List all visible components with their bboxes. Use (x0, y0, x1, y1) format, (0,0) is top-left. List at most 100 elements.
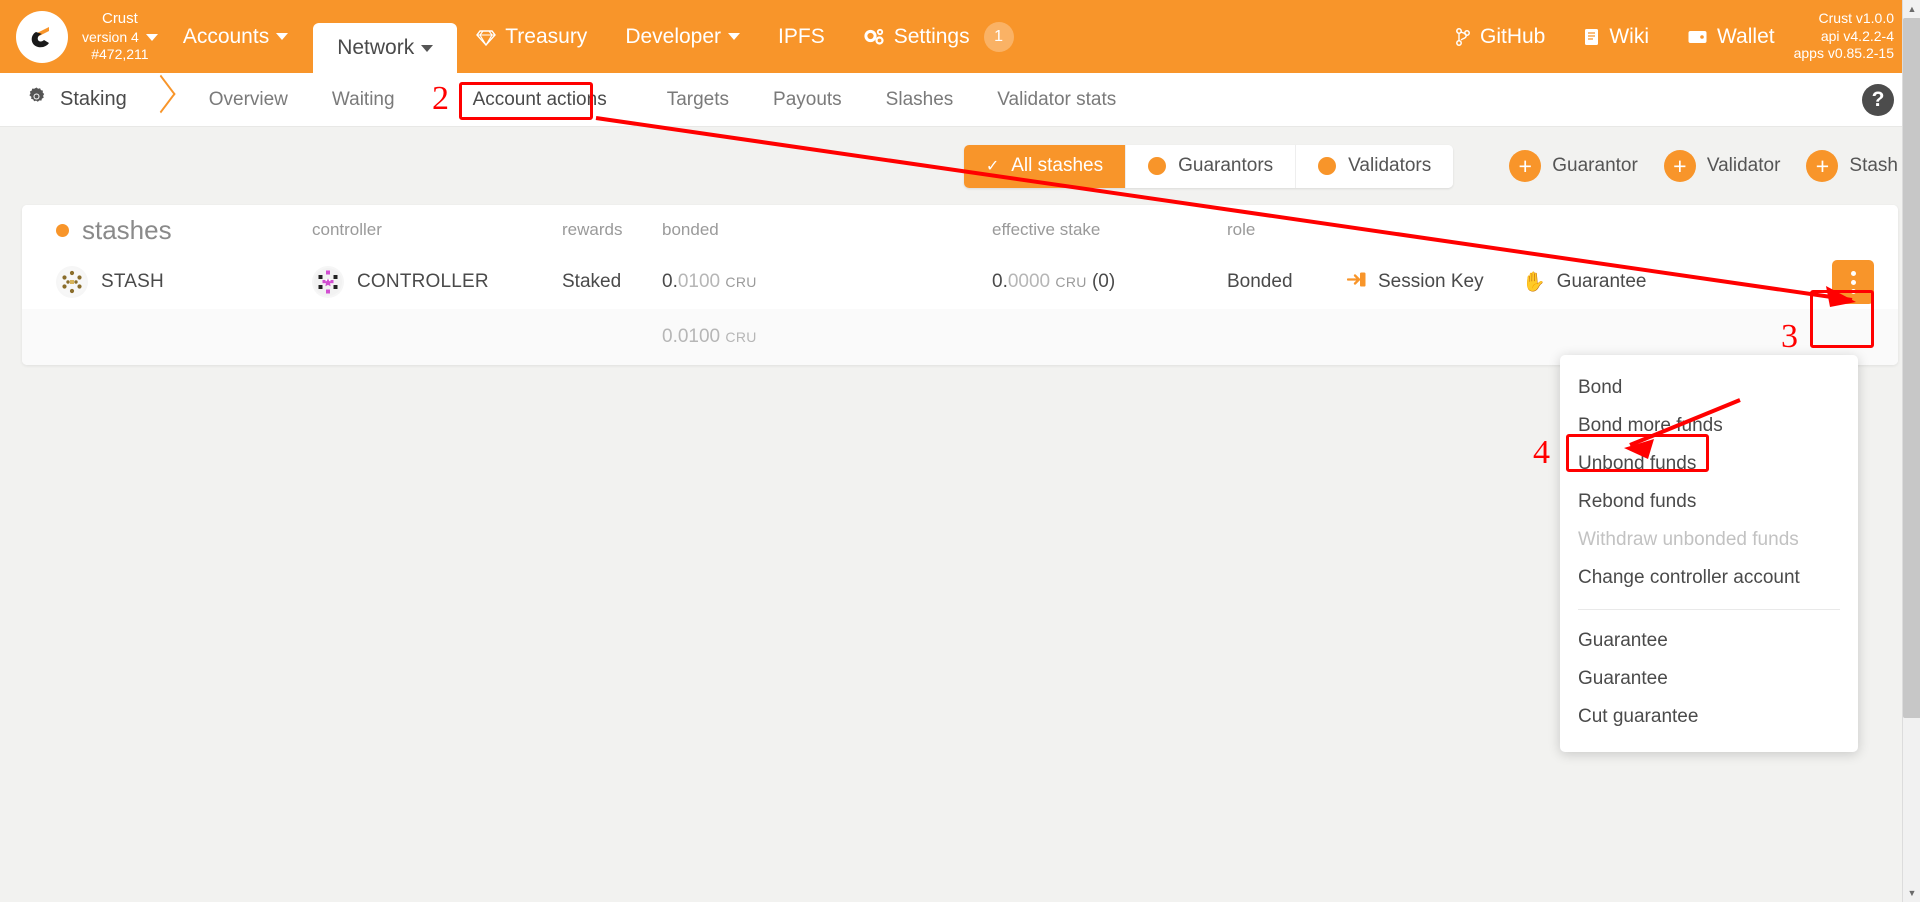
kebab-dot (1850, 288, 1856, 294)
nav-item-ipfs[interactable]: IPFS (759, 0, 844, 73)
filter-guarantors[interactable]: Guarantors (1126, 144, 1297, 188)
tab-waiting-label: Waiting (331, 88, 395, 110)
nav-item-accounts[interactable]: Accounts (164, 0, 307, 73)
wallet-icon (1687, 27, 1708, 47)
nav-item-developer[interactable]: Developer (606, 0, 759, 73)
tab-targets-label: Targets (666, 88, 730, 110)
link-wiki-label: Wiki (1609, 24, 1650, 48)
page-title: Staking (0, 86, 145, 113)
filter-validators[interactable]: Validators (1296, 144, 1454, 188)
annotation-step-4: 4 (1533, 434, 1550, 471)
menu-item-unbond-funds[interactable]: Unbond funds (1560, 445, 1858, 483)
nav-item-settings[interactable]: Settings 1 (844, 0, 1033, 73)
chevron-down-icon (728, 33, 741, 40)
add-validator-label: Validator (1706, 155, 1781, 176)
plus-icon: + (1806, 150, 1839, 182)
add-guarantor-label: Guarantor (1552, 155, 1638, 176)
page-title-label: Staking (60, 88, 127, 110)
table-row: STASH CONTROLLER Staked 0.0100 CRU 0.000… (22, 255, 1898, 309)
gears-icon (863, 27, 885, 47)
guarantee-button[interactable]: ✋️ Guarantee (1522, 270, 1672, 294)
kebab-menu-icon[interactable] (1832, 260, 1874, 304)
link-wallet[interactable]: Wallet (1668, 0, 1794, 73)
nav-item-accounts-label: Accounts (182, 24, 270, 48)
menu-item-guarantee-1[interactable]: Guarantee (1560, 622, 1858, 660)
add-validator-button[interactable]: + Validator (1663, 150, 1781, 182)
tab-waiting[interactable]: Waiting (310, 73, 417, 127)
orange-dot-icon (1148, 157, 1167, 175)
menu-item-rebond-funds[interactable]: Rebond funds (1560, 483, 1858, 521)
link-wallet-label: Wallet (1717, 24, 1775, 48)
stash-filter-group: ✓ All stashes Guarantors Validators (963, 144, 1454, 188)
identicon (312, 266, 344, 298)
bonded-integer: 0. (662, 271, 678, 292)
check-icon: ✓ (985, 158, 1000, 175)
scrollbar-thumb[interactable] (1903, 18, 1920, 718)
tab-overview-label: Overview (208, 88, 288, 110)
nav-item-ipfs-label: IPFS (778, 24, 825, 48)
filter-all-stashes[interactable]: ✓ All stashes (963, 144, 1127, 188)
menu-item-guarantee-2[interactable]: Guarantee (1560, 660, 1858, 698)
session-key-button[interactable]: Session Key (1346, 271, 1522, 294)
subrow-bonded-unit: CRU (725, 329, 757, 345)
column-header-stashes: stashes (32, 215, 312, 246)
subrow-bonded-integer: 0. (662, 326, 678, 347)
plus-icon: + (1509, 150, 1542, 182)
top-navigation-bar: Crust version 4 #472,211 Accounts Networ… (0, 0, 1920, 73)
column-header-rewards: rewards (562, 220, 623, 239)
guarantee-label: Guarantee (1556, 271, 1647, 292)
vertical-scrollbar[interactable]: ▲ ▼ (1902, 0, 1920, 902)
diamond-icon (476, 27, 497, 47)
version-crust: Crust v1.0.0 (1818, 10, 1894, 27)
brand-block[interactable]: Crust version 4 #472,211 (82, 10, 164, 62)
cell-effective-stake: 0.0000 CRU (0) (992, 271, 1227, 293)
session-key-label: Session Key (1378, 271, 1484, 292)
menu-item-bond[interactable]: Bond (1560, 369, 1858, 407)
orange-dot-icon (56, 223, 69, 237)
tab-slashes[interactable]: Slashes (864, 73, 976, 127)
add-stash-button[interactable]: + Stash (1806, 150, 1898, 182)
cell-stash-account[interactable]: STASH (32, 266, 312, 298)
menu-item-cut-guarantee[interactable]: Cut guarantee (1560, 698, 1858, 736)
cell-bonded: 0.0100 CRU (662, 271, 992, 293)
add-guarantor-button[interactable]: + Guarantor (1509, 150, 1638, 182)
effective-decimal: 0000 (1007, 271, 1051, 292)
orange-dot-icon (1318, 157, 1337, 175)
cell-role: Bonded (1227, 271, 1293, 292)
nav-item-network[interactable]: Network (313, 23, 458, 73)
tab-payouts[interactable]: Payouts (751, 73, 864, 127)
add-stash-label: Stash (1849, 155, 1898, 176)
scroll-down-arrow-icon[interactable]: ▼ (1903, 884, 1920, 902)
link-github[interactable]: GitHub (1436, 0, 1564, 73)
app-root: Crust version 4 #472,211 Accounts Networ… (0, 0, 1920, 902)
scroll-up-arrow-icon[interactable]: ▲ (1903, 0, 1920, 18)
filter-validators-label: Validators (1348, 155, 1432, 176)
filter-all-stashes-label: All stashes (1011, 155, 1104, 176)
bonded-unit: CRU (725, 274, 757, 290)
tab-overview[interactable]: Overview (187, 73, 310, 127)
nav-item-network-label: Network (337, 36, 415, 59)
link-wiki[interactable]: Wiki (1564, 0, 1668, 73)
stash-account-name: STASH (101, 271, 164, 292)
filter-guarantors-label: Guarantors (1178, 155, 1274, 176)
breadcrumb-chevron-icon (145, 73, 179, 127)
tab-validator-stats[interactable]: Validator stats (975, 73, 1138, 127)
tab-account-actions[interactable]: Account actions (451, 73, 629, 127)
menu-item-change-controller-account[interactable]: Change controller account (1560, 559, 1858, 597)
tab-slashes-label: Slashes (885, 88, 954, 110)
column-header-role: role (1227, 220, 1256, 239)
effective-unit: CRU (1055, 274, 1087, 290)
tab-payouts-label: Payouts (773, 88, 842, 110)
cell-controller-account[interactable]: CONTROLLER (312, 266, 562, 298)
menu-item-bond-more-funds[interactable]: Bond more funds (1560, 407, 1858, 445)
effective-count: (0) (1091, 271, 1116, 292)
nav-item-treasury[interactable]: Treasury (457, 0, 606, 73)
nav-item-settings-label: Settings (893, 24, 970, 48)
crust-logo-icon[interactable] (16, 10, 68, 63)
tab-account-actions-label: Account actions (472, 88, 607, 110)
row-actions-dropdown: Bond Bond more funds Unbond funds Rebond… (1560, 355, 1858, 752)
column-header-controller: controller (312, 220, 382, 239)
help-icon[interactable]: ? (1862, 83, 1894, 116)
chevron-down-icon[interactable] (145, 34, 158, 42)
tab-targets[interactable]: Targets (645, 73, 751, 127)
